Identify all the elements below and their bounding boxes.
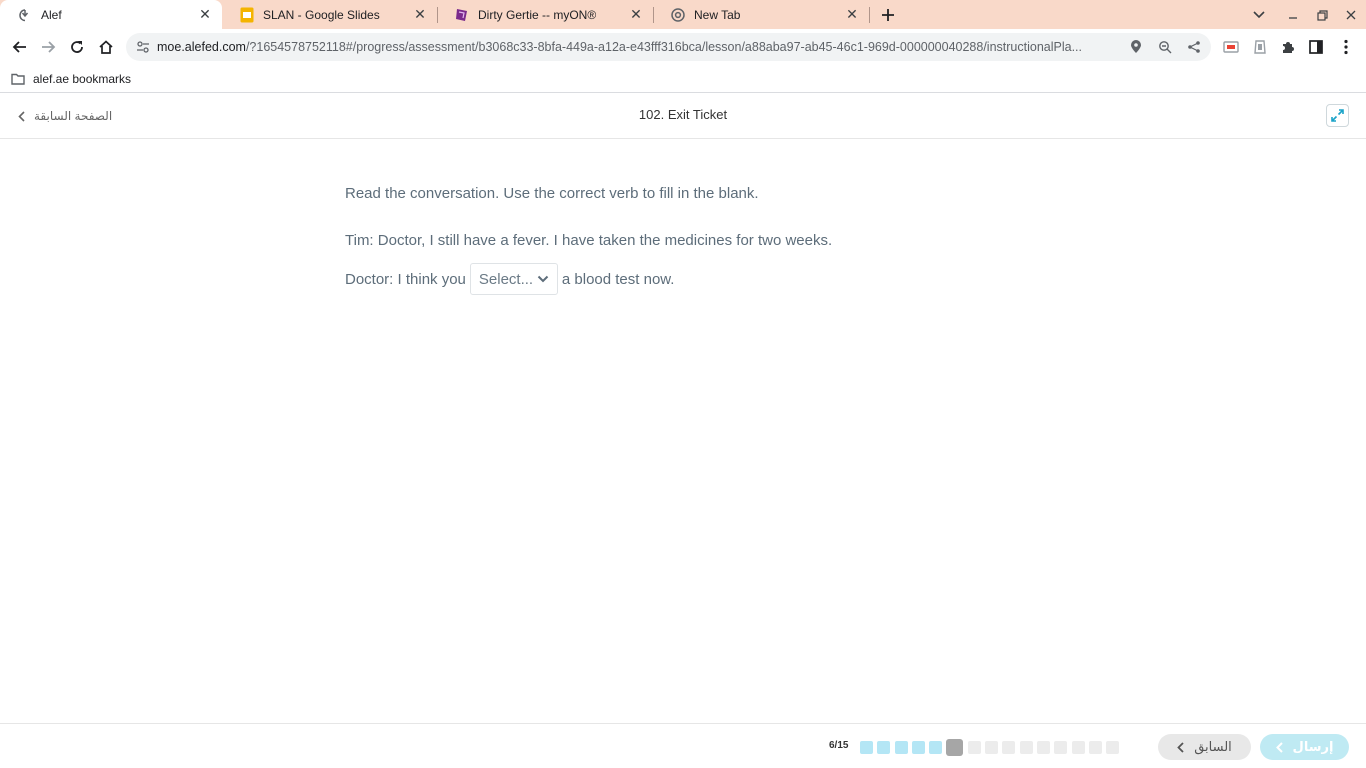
- bookmarks-bar: alef.ae bookmarks: [0, 65, 1366, 93]
- select-placeholder: Select...: [478, 270, 534, 288]
- progress-dot-1[interactable]: [860, 740, 873, 754]
- tab-separator: [869, 7, 870, 23]
- more-menu-icon[interactable]: [1337, 38, 1355, 56]
- tab-myon[interactable]: Dirty Gertie -- myON® ✕: [437, 0, 653, 29]
- zoom-icon[interactable]: [1157, 39, 1173, 55]
- conversation-line-doctor: Doctor: I think you Select... a blood te…: [345, 263, 674, 295]
- minimize-button[interactable]: [1280, 2, 1306, 28]
- reload-button[interactable]: [63, 33, 91, 61]
- tab-title: SLAN - Google Slides: [263, 7, 380, 22]
- extension-screen-icon[interactable]: [1222, 38, 1240, 56]
- assessment-footer: 6/15 السابق إرسال: [0, 723, 1366, 768]
- extensions-puzzle-icon[interactable]: [1279, 38, 1297, 56]
- home-button[interactable]: [92, 33, 120, 61]
- chevron-left-icon: [1177, 741, 1184, 753]
- new-tab-button[interactable]: [876, 3, 900, 27]
- progress-dot-4[interactable]: [911, 740, 925, 754]
- tab-title: Dirty Gertie -- myON®: [478, 7, 597, 22]
- plus-icon: [882, 9, 894, 21]
- extension-puzzle-grey-icon[interactable]: [1251, 38, 1269, 56]
- alef-icon: [17, 7, 33, 23]
- folder-icon: [11, 73, 25, 85]
- question-instruction: Read the conversation. Use the correct v…: [345, 185, 759, 202]
- conversation-line-tim: Tim: Doctor, I still have a fever. I hav…: [345, 232, 833, 249]
- progress-dot-14[interactable]: [1088, 740, 1102, 754]
- submit-button[interactable]: إرسال: [1260, 734, 1349, 760]
- progress-dot-10[interactable]: [1019, 740, 1033, 754]
- progress-dots: [860, 738, 1123, 756]
- close-tab-icon[interactable]: ✕: [412, 6, 428, 23]
- arrow-right-icon: [42, 41, 56, 53]
- chevron-down-icon: [533, 275, 553, 283]
- side-panel-icon[interactable]: [1307, 38, 1325, 56]
- progress-dot-8[interactable]: [985, 740, 999, 754]
- bookmark-folder-label: alef.ae bookmarks: [33, 72, 132, 86]
- progress-dot-2[interactable]: [877, 740, 891, 754]
- tab-alef[interactable]: Alef ✕: [0, 0, 222, 29]
- page-title: 102. Exit Ticket: [638, 107, 728, 122]
- url-path: /?1654578752118#/progress/assessment/b30…: [245, 40, 1082, 54]
- progress-dot-3[interactable]: [894, 740, 908, 754]
- close-tab-icon[interactable]: ✕: [197, 6, 213, 23]
- google-slides-icon: [239, 7, 255, 23]
- arrow-left-icon: [12, 41, 26, 53]
- tab-title: New Tab: [694, 7, 741, 22]
- tab-new-tab[interactable]: New Tab ✕: [653, 0, 869, 29]
- minimize-icon: [1289, 17, 1297, 19]
- progress-dot-5[interactable]: [929, 740, 943, 754]
- progress-dot-9[interactable]: [1002, 740, 1016, 754]
- reload-icon: [71, 41, 83, 53]
- page-header: الصفحة السابقة 102. Exit Ticket: [0, 93, 1366, 139]
- browser-tabstrip: Alef ✕ SLAN - Google Slides ✕ Dirty Gert…: [0, 0, 1366, 29]
- line-text-after: a blood test now.: [561, 270, 675, 288]
- forward-button[interactable]: [34, 33, 62, 61]
- progress-dot-6[interactable]: [946, 738, 964, 756]
- location-icon[interactable]: [1128, 39, 1144, 55]
- progress-dot-12[interactable]: [1054, 740, 1068, 754]
- close-tab-icon[interactable]: ✕: [844, 6, 860, 23]
- expand-icon: [1331, 109, 1344, 122]
- tab-google-slides[interactable]: SLAN - Google Slides ✕: [222, 0, 437, 29]
- progress-dot-15[interactable]: [1106, 740, 1120, 754]
- tab-search-button[interactable]: [1246, 2, 1272, 28]
- bookmark-folder[interactable]: alef.ae bookmarks: [11, 69, 131, 89]
- home-icon: [99, 40, 113, 54]
- back-button[interactable]: [6, 33, 34, 61]
- address-bar[interactable]: moe.alefed.com/?1654578752118#/progress/…: [126, 33, 1211, 61]
- chrome-icon: [670, 7, 686, 23]
- progress-dot-11[interactable]: [1036, 740, 1050, 754]
- line-text-before: Doctor: I think you: [345, 270, 466, 288]
- submit-button-label: إرسال: [1292, 739, 1334, 754]
- tab-title: Alef: [41, 7, 62, 22]
- url-text: moe.alefed.com/?1654578752118#/progress/…: [157, 40, 1119, 54]
- restore-button[interactable]: [1309, 2, 1335, 28]
- previous-button-label: السابق: [1194, 739, 1232, 754]
- chevron-down-icon: [1253, 11, 1265, 19]
- previous-button[interactable]: السابق: [1158, 734, 1251, 760]
- close-tab-icon[interactable]: ✕: [628, 6, 644, 23]
- close-icon: [1346, 10, 1356, 20]
- progress-dot-13[interactable]: [1071, 740, 1085, 754]
- progress-dot-7[interactable]: [967, 740, 981, 754]
- browser-toolbar: moe.alefed.com/?1654578752118#/progress/…: [0, 29, 1366, 65]
- close-window-button[interactable]: [1338, 2, 1364, 28]
- verb-select-dropdown[interactable]: Select...: [469, 263, 558, 295]
- question-counter: 6/15: [829, 740, 849, 751]
- chevron-left-icon: [1275, 741, 1283, 753]
- url-host: moe.alefed.com: [157, 40, 246, 54]
- fullscreen-button[interactable]: [1326, 104, 1349, 127]
- share-icon[interactable]: [1186, 39, 1202, 55]
- restore-icon: [1316, 9, 1328, 21]
- myon-icon: [454, 7, 470, 23]
- site-info-icon[interactable]: [135, 39, 151, 55]
